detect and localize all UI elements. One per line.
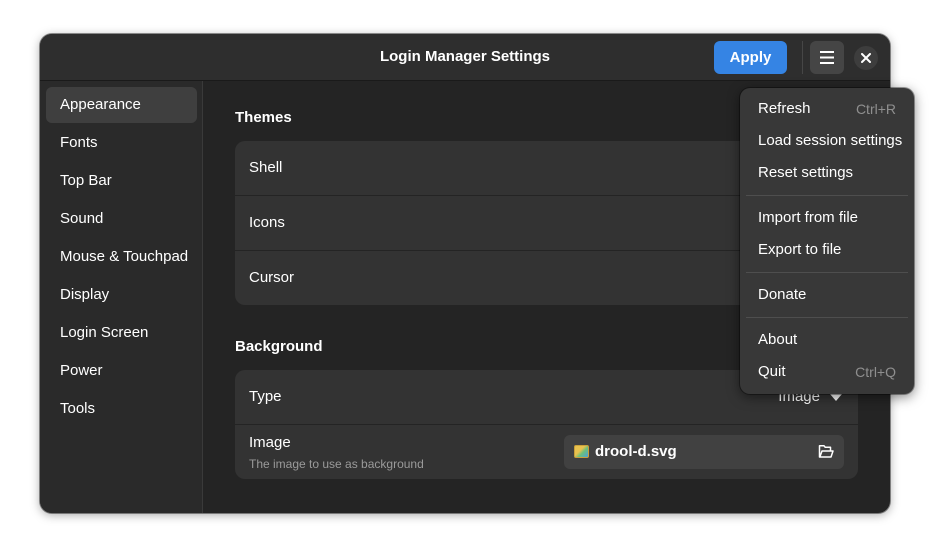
menu-item-quit-label: Quit <box>758 363 786 380</box>
main-menu-popover: Refresh Ctrl+R Load session settings Res… <box>740 88 914 394</box>
menu-item-reset-settings[interactable]: Reset settings <box>746 157 908 189</box>
image-file-chooser-button[interactable]: drool-d.svg <box>564 435 844 469</box>
sidebar-item-appearance[interactable]: Appearance <box>46 87 197 123</box>
menu-separator <box>746 272 908 273</box>
menu-item-refresh-label: Refresh <box>758 100 811 117</box>
header-separator <box>802 41 803 74</box>
dropdown-arrow-icon <box>830 394 842 401</box>
close-button[interactable] <box>854 46 878 70</box>
sidebar-item-mouse-touchpad[interactable]: Mouse & Touchpad <box>46 239 197 275</box>
image-label: Image <box>249 434 291 451</box>
folder-open-icon <box>818 445 834 458</box>
sidebar-item-top-bar[interactable]: Top Bar <box>46 163 197 199</box>
image-row: Image The image to use as background dro… <box>235 425 858 479</box>
sidebar-item-display[interactable]: Display <box>46 277 197 313</box>
menu-separator <box>746 195 908 196</box>
menu-item-donate[interactable]: Donate <box>746 279 908 311</box>
menu-item-refresh[interactable]: Refresh Ctrl+R <box>746 93 908 125</box>
sidebar: Appearance Fonts Top Bar Sound Mouse & T… <box>40 81 203 513</box>
menu-item-import-from-file[interactable]: Import from file <box>746 202 908 234</box>
sidebar-item-power[interactable]: Power <box>46 353 197 389</box>
image-file-name: drool-d.svg <box>595 443 677 460</box>
sidebar-item-sound[interactable]: Sound <box>46 201 197 237</box>
hamburger-menu-icon <box>820 51 834 64</box>
icons-label: Icons <box>249 214 285 231</box>
sidebar-item-fonts[interactable]: Fonts <box>46 125 197 161</box>
image-file-icon <box>574 445 589 458</box>
main-menu-button[interactable] <box>810 41 844 74</box>
menu-item-quit-accel: Ctrl+Q <box>855 364 896 380</box>
themes-section-title: Themes <box>235 109 292 126</box>
menu-item-export-to-file[interactable]: Export to file <box>746 234 908 266</box>
type-label: Type <box>249 388 282 405</box>
shell-label: Shell <box>249 159 283 176</box>
menu-item-refresh-accel: Ctrl+R <box>855 101 896 117</box>
cursor-label: Cursor <box>249 269 295 286</box>
sidebar-item-tools[interactable]: Tools <box>46 391 197 427</box>
menu-item-about[interactable]: About <box>746 324 908 356</box>
apply-button[interactable]: Apply <box>714 41 787 74</box>
header-bar: Login Manager Settings Apply <box>40 34 890 81</box>
menu-separator <box>746 317 908 318</box>
background-section-title: Background <box>235 338 323 355</box>
image-subtitle: The image to use as background <box>249 457 424 471</box>
menu-item-quit[interactable]: Quit Ctrl+Q <box>746 356 908 388</box>
menu-item-load-session-settings[interactable]: Load session settings <box>746 125 908 157</box>
close-icon <box>861 53 871 63</box>
sidebar-item-login-screen[interactable]: Login Screen <box>46 315 197 351</box>
